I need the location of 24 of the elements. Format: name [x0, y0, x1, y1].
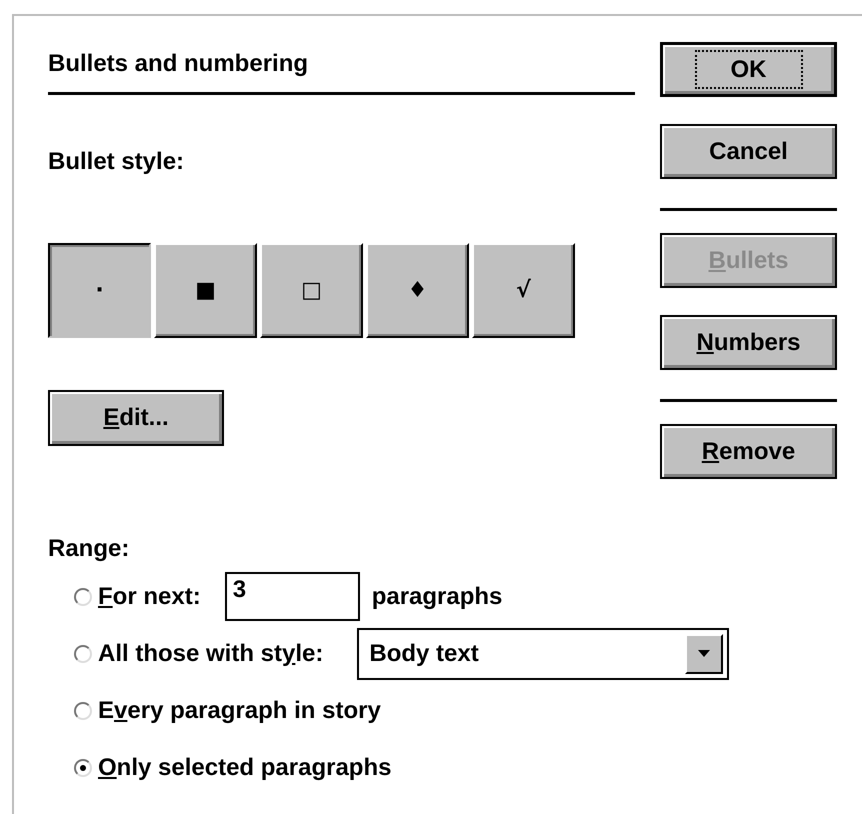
bullet-style-button[interactable]: √ [472, 243, 575, 338]
dialog-button[interactable]: Remove [660, 424, 837, 479]
radio-button[interactable] [74, 644, 92, 662]
dialog-button[interactable]: Cancel [660, 124, 837, 179]
bullet-style-button[interactable]: ■ [154, 243, 257, 338]
paragraph-count-field[interactable]: 3 [224, 572, 360, 621]
radio-button[interactable] [74, 588, 92, 606]
option-label[interactable]: Every paragraph in story [98, 696, 381, 724]
suffix-label: paragraphs [372, 582, 502, 610]
edit-button[interactable]: Edit... [48, 390, 224, 446]
bullet-style-label: Bullet style: [48, 147, 184, 177]
radio-button[interactable] [74, 758, 92, 776]
bullet-style-button[interactable]: · [48, 243, 151, 338]
bullet-style-button[interactable]: □ [260, 243, 363, 338]
style-dropdown[interactable]: Body text [357, 628, 730, 680]
bullet-style-button[interactable]: ♦ [366, 243, 469, 338]
dialog-button[interactable]: Numbers [660, 315, 837, 370]
option-label[interactable]: For next: [98, 582, 201, 610]
range-label: Range: [48, 534, 130, 564]
option-label[interactable]: Only selected paragraphs [98, 754, 392, 782]
option-label[interactable]: All those with style: [98, 640, 324, 668]
dialog-title: Bullets and numbering [48, 49, 308, 79]
ok-button[interactable]: OK [660, 42, 837, 97]
radio-button[interactable] [74, 702, 92, 720]
